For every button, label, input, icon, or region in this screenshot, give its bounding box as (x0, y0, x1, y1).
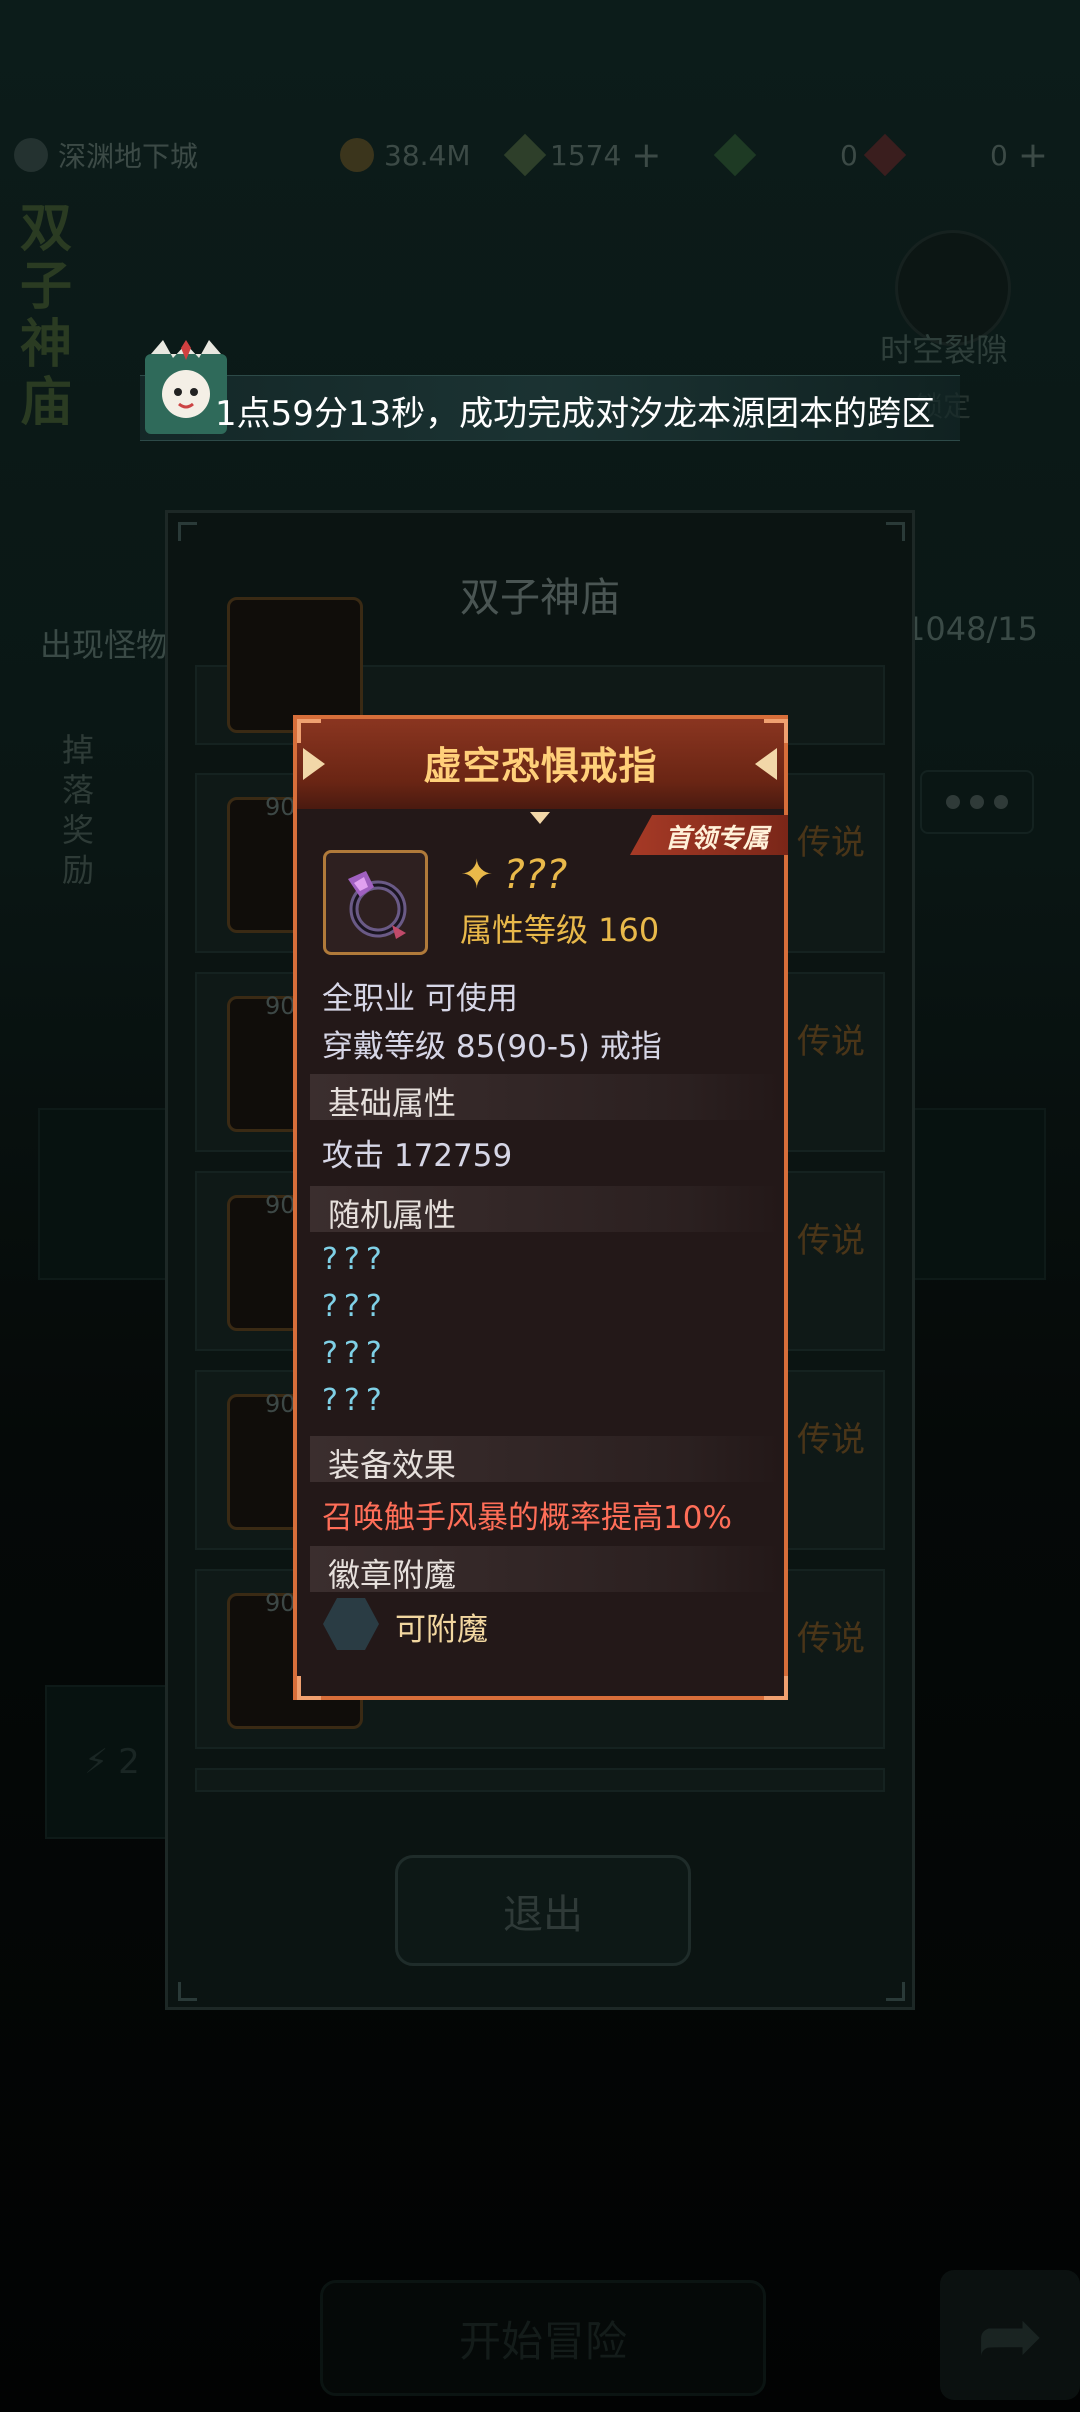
location-label: 深渊地下城 (58, 140, 199, 173)
arrow-icon: ➦ (976, 2288, 1044, 2382)
gem-icon (713, 133, 757, 177)
card-corner-ornament (297, 1676, 321, 1700)
item-rarity: 传说 (797, 1022, 865, 1062)
equip-level: 穿戴等级 85(90-5) 戒指 (322, 1029, 662, 1065)
exit-button[interactable]: 退出 (395, 1855, 691, 1966)
gold-value: 38.4M (384, 138, 471, 172)
rift-label: 时空裂隙 (880, 331, 1009, 369)
gem-value: 0 (840, 138, 858, 172)
location-indicator: 深渊地下城 (14, 135, 198, 175)
item-thumbnail[interactable] (227, 597, 363, 733)
left-side-panel (38, 1108, 172, 1280)
attack-stat: 攻击 172759 (322, 1138, 513, 1174)
dialog-corner-ornament (886, 522, 905, 541)
dialog-corner-ornament (178, 522, 197, 541)
item-level: 90 (265, 992, 296, 1020)
section-title: 徽章附魔 (328, 1556, 457, 1594)
section-title: 装备效果 (328, 1446, 457, 1484)
ticket-value: 0 (990, 138, 1008, 172)
section-title: 随机属性 (328, 1196, 457, 1234)
socket-status: 可附魔 (395, 1612, 488, 1648)
drop-reward-label: 掉落奖励 (62, 731, 95, 889)
announcement-text: 1点59分13秒，成功完成对汐龙本源团本的跨区 (215, 394, 935, 434)
dot-icon (970, 795, 984, 809)
list-row-partial (195, 1768, 885, 1792)
ticket-icon (863, 133, 907, 177)
add-ticket-icon[interactable]: + (1018, 135, 1048, 176)
card-corner-ornament (764, 1676, 788, 1700)
item-icon-frame (323, 850, 428, 955)
top-resource-bar: 深渊地下城 38.4M 1574 + 0 0 + (0, 120, 1080, 190)
add-energy-icon[interactable]: + (631, 135, 661, 176)
random-attribute-line: ??? (322, 1383, 388, 1418)
gold-counter: 38.4M (340, 138, 471, 172)
energy-counter: 1574 + (503, 133, 661, 177)
item-level: 90 (265, 1191, 296, 1219)
item-rarity: 传说 (797, 1420, 865, 1460)
base-attributes-header: 基础属性 (310, 1074, 780, 1122)
lightning-icon: ⚡ (84, 1742, 109, 1782)
gold-coin-icon (340, 138, 374, 172)
usable-classes: 全职业 可使用 (322, 981, 518, 1017)
item-level: 90 (265, 793, 296, 821)
equip-effect-text: 召唤触手风暴的概率提高10% (322, 1500, 732, 1536)
section-title: 基础属性 (328, 1084, 457, 1122)
energy-cost-value: 2 (118, 1742, 140, 1782)
energy-value: 1574 (550, 138, 622, 172)
right-side-panel (912, 1108, 1046, 1280)
item-title: 虚空恐惧戒指 (423, 744, 658, 788)
boss-exclusive-label: 首领专属 (665, 824, 770, 854)
attribute-level: 属性等级 160 (460, 911, 660, 949)
forward-arrow-button[interactable]: ➦ (940, 2270, 1080, 2400)
item-rarity: 传说 (797, 823, 865, 863)
item-name-text: ??? (503, 852, 568, 898)
monster-label: 出现怪物 (40, 626, 169, 664)
random-attribute-line: ??? (322, 1336, 388, 1371)
ring-icon (348, 871, 407, 939)
random-attributes-header: 随机属性 (310, 1186, 780, 1234)
dot-icon (946, 795, 960, 809)
badge-enchant-header: 徽章附魔 (310, 1546, 780, 1594)
lock-key-icon: ✦ (460, 852, 494, 898)
location-icon (14, 138, 48, 172)
monster-count: 1048/15 (905, 610, 1038, 648)
dialog-corner-ornament (886, 1982, 905, 2001)
gem-counter: 0 (713, 133, 858, 177)
energy-icon (503, 133, 547, 177)
item-rarity: 传说 (797, 1221, 865, 1261)
energy-cost-panel: ⚡ 2 (45, 1685, 179, 1839)
more-options-button[interactable] (920, 770, 1034, 834)
item-level: 90 (265, 1589, 296, 1617)
random-attribute-line: ??? (322, 1289, 388, 1324)
dialog-corner-ornament (178, 1982, 197, 2001)
equip-effect-header: 装备效果 (310, 1436, 780, 1484)
start-adventure-button[interactable]: 开始冒险 (320, 2280, 766, 2396)
item-name: ✦??? (460, 852, 567, 898)
ticket-counter: 0 + (863, 133, 1048, 177)
random-attribute-line: ??? (322, 1242, 388, 1277)
dungeon-side-title: 双子神庙 (20, 199, 73, 433)
item-level: 90 (265, 1390, 296, 1418)
item-rarity: 传说 (797, 1619, 865, 1659)
dot-icon (994, 795, 1008, 809)
